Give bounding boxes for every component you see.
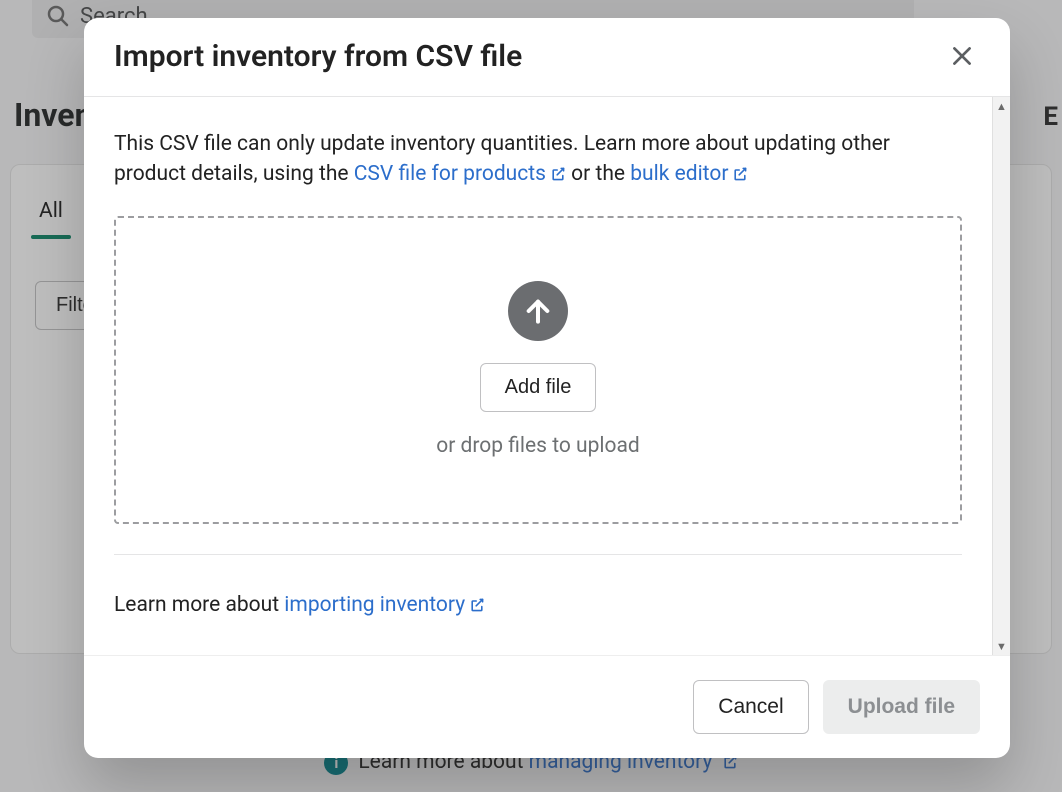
scroll-down-arrow[interactable]: ▼ [993,637,1010,655]
add-file-button[interactable]: Add file [480,363,597,412]
modal-footer: Cancel Upload file [84,655,1010,758]
file-dropzone[interactable]: Add file or drop files to upload [114,216,962,524]
close-icon [949,43,975,69]
csv-products-link[interactable]: CSV file for products [354,162,566,186]
scroll-up-arrow[interactable]: ▲ [993,97,1010,115]
importing-inventory-link[interactable]: importing inventory [284,593,485,617]
close-button[interactable] [944,38,980,74]
modal-body: This CSV file can only update inventory … [84,97,992,655]
external-link-icon [469,595,485,619]
modal-description: This CSV file can only update inventory … [114,129,962,192]
import-inventory-modal: Import inventory from CSV file This CSV … [84,18,1010,758]
cancel-button[interactable]: Cancel [693,680,808,734]
modal-scrollbar[interactable]: ▲ ▼ [992,97,1010,655]
upload-file-button[interactable]: Upload file [823,680,980,734]
external-link-icon [732,161,748,191]
modal-title: Import inventory from CSV file [114,39,522,74]
modal-learn-more: Learn more about importing inventory [114,554,962,619]
drop-hint-text: or drop files to upload [436,434,640,458]
upload-icon [508,281,568,341]
bulk-editor-link[interactable]: bulk editor [630,162,748,186]
external-link-icon [550,161,566,191]
modal-header: Import inventory from CSV file [84,18,1010,97]
